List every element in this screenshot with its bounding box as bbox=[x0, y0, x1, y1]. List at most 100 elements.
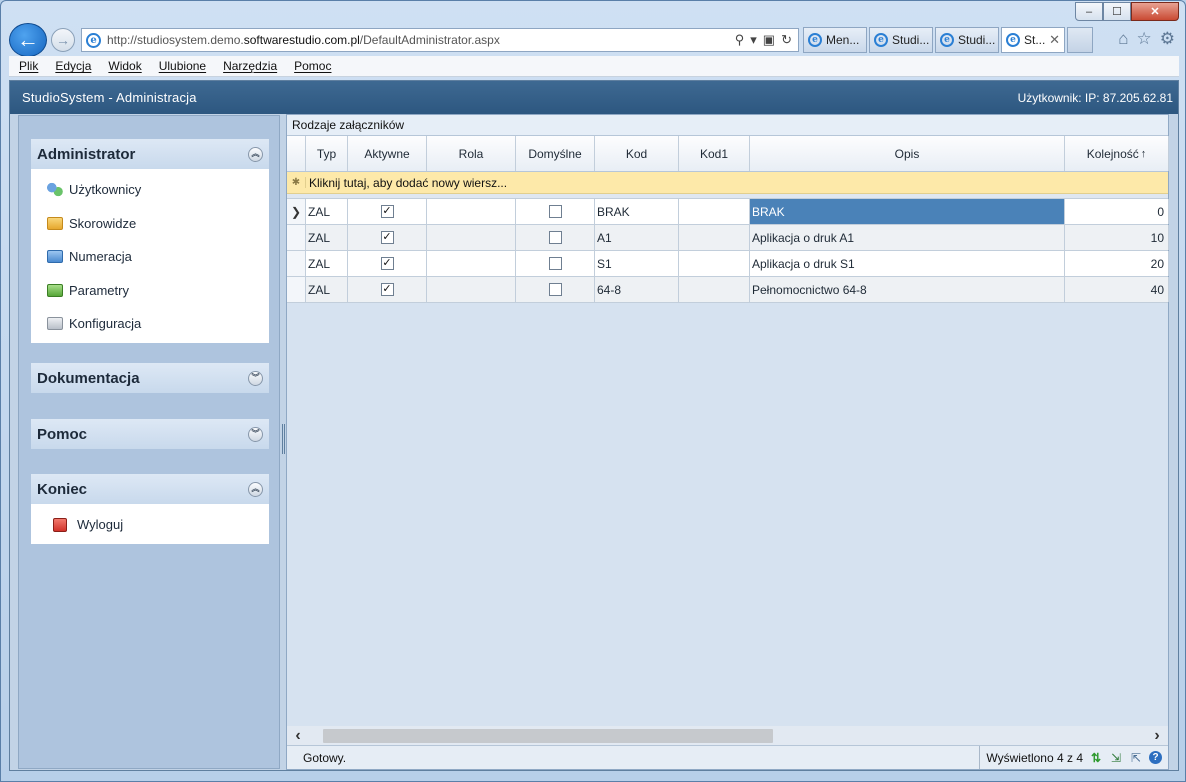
cell-opis[interactable]: Aplikacja o druk A1 bbox=[750, 225, 1065, 250]
domyslne-checkbox[interactable] bbox=[548, 231, 562, 244]
sidebar-item-numeracja[interactable]: Numeracja bbox=[31, 240, 269, 274]
cell-kod[interactable]: 64-8 bbox=[595, 277, 679, 302]
home-icon[interactable]: ⌂ bbox=[1118, 29, 1128, 49]
menu-widok[interactable]: Widok bbox=[108, 59, 141, 73]
column-header-kolejnosc[interactable]: Kolejność ↑ bbox=[1065, 136, 1169, 171]
column-header-kod1[interactable]: Kod1 bbox=[679, 136, 750, 171]
scroll-right-icon[interactable]: › bbox=[1146, 727, 1168, 745]
cell-opis-selected[interactable]: BRAK bbox=[750, 199, 1065, 224]
domyslne-checkbox[interactable] bbox=[548, 283, 562, 296]
minimize-button[interactable]: ‒ bbox=[1075, 2, 1103, 21]
cell-rola[interactable] bbox=[427, 225, 516, 250]
cell-kod1[interactable] bbox=[679, 251, 750, 276]
cell-typ[interactable]: ZAL bbox=[306, 277, 348, 302]
settings-gear-icon[interactable]: ⚙ bbox=[1160, 29, 1175, 49]
cell-kolejnosc[interactable]: 40 bbox=[1065, 277, 1169, 302]
panel-koniec: Koniec ︽ Wyloguj bbox=[31, 474, 269, 544]
scroll-track[interactable] bbox=[309, 728, 1146, 743]
cell-kod1[interactable] bbox=[679, 277, 750, 302]
domyslne-checkbox[interactable] bbox=[548, 257, 562, 270]
expand-icon[interactable]: ︾ bbox=[248, 370, 263, 386]
app-header: StudioSystem - Administracja Użytkownik:… bbox=[10, 81, 1178, 114]
cell-typ[interactable]: ZAL bbox=[306, 251, 348, 276]
domyslne-checkbox[interactable] bbox=[548, 205, 562, 218]
column-header-kod[interactable]: Kod bbox=[595, 136, 679, 171]
close-tab-icon[interactable]: ✕ bbox=[1049, 32, 1060, 48]
sidebar-item-wyloguj[interactable]: Wyloguj bbox=[31, 508, 269, 542]
cell-opis[interactable]: Aplikacja o druk S1 bbox=[750, 251, 1065, 276]
collapse-icon[interactable]: ︽ bbox=[248, 481, 263, 497]
cell-kod1[interactable] bbox=[679, 225, 750, 250]
expand-icon[interactable]: ︾ bbox=[248, 426, 263, 442]
cell-rola[interactable] bbox=[427, 277, 516, 302]
column-header-rola[interactable]: Rola bbox=[427, 136, 516, 171]
favorites-star-icon[interactable]: ☆ bbox=[1137, 29, 1152, 49]
maximize-button[interactable]: ☐ bbox=[1103, 2, 1131, 21]
back-button[interactable]: ← bbox=[9, 23, 47, 57]
column-header-domyslne[interactable]: Domyślne bbox=[516, 136, 595, 171]
table-row[interactable]: ❯ ZAL ✓ BRAK BRAK 0 bbox=[287, 199, 1169, 225]
cell-rola[interactable] bbox=[427, 251, 516, 276]
refresh-icon[interactable]: ↻ bbox=[781, 32, 792, 48]
column-header-aktywne[interactable]: Aktywne bbox=[348, 136, 427, 171]
import-icon[interactable]: ⇱ bbox=[1129, 751, 1143, 765]
refresh-data-icon[interactable]: ⇅ bbox=[1089, 751, 1103, 765]
aktywne-checkbox[interactable]: ✓ bbox=[380, 231, 394, 244]
add-new-row[interactable]: ✱ Kliknij tutaj, aby dodać nowy wiersz..… bbox=[287, 172, 1168, 194]
cell-typ[interactable]: ZAL bbox=[306, 199, 348, 224]
column-header-typ[interactable]: Typ bbox=[306, 136, 348, 171]
aktywne-checkbox[interactable]: ✓ bbox=[380, 205, 394, 218]
panel-header-administrator[interactable]: Administrator ︽ bbox=[31, 139, 269, 169]
panel-header-koniec[interactable]: Koniec ︽ bbox=[31, 474, 269, 504]
cell-kod[interactable]: S1 bbox=[595, 251, 679, 276]
cell-typ[interactable]: ZAL bbox=[306, 225, 348, 250]
panel-header-pomoc[interactable]: Pomoc ︾ bbox=[31, 419, 269, 449]
new-tab-button[interactable] bbox=[1067, 27, 1093, 53]
column-header-opis[interactable]: Opis bbox=[750, 136, 1065, 171]
sidebar-item-parametry[interactable]: Parametry bbox=[31, 274, 269, 308]
cell-kolejnosc[interactable]: 0 bbox=[1065, 199, 1169, 224]
aktywne-checkbox[interactable]: ✓ bbox=[380, 283, 394, 296]
menu-narzedzia[interactable]: Narzędzia bbox=[223, 59, 277, 73]
menu-ulubione[interactable]: Ulubione bbox=[159, 59, 206, 73]
address-url[interactable]: http://studiosystem.demo.softwarestudio.… bbox=[107, 33, 735, 47]
menu-pomoc[interactable]: Pomoc bbox=[294, 59, 331, 73]
forward-button[interactable]: → bbox=[51, 28, 75, 52]
cell-aktywne: ✓ bbox=[348, 277, 427, 302]
browser-tab-2[interactable]: e Studi... bbox=[869, 27, 933, 53]
table-row[interactable]: ZAL ✓ A1 Aplikacja o druk A1 10 bbox=[287, 225, 1169, 251]
table-row[interactable]: ZAL ✓ S1 Aplikacja o druk S1 20 bbox=[287, 251, 1169, 277]
browser-tab-1[interactable]: e Men... bbox=[803, 27, 867, 53]
panel-header-dokumentacja[interactable]: Dokumentacja ︾ bbox=[31, 363, 269, 393]
help-icon[interactable]: ? bbox=[1149, 751, 1162, 764]
collapse-icon[interactable]: ︽ bbox=[248, 146, 263, 162]
close-window-button[interactable]: ✕ bbox=[1131, 2, 1179, 21]
grid-header: Typ Aktywne Rola Domyślne Kod Kod1 Opis … bbox=[287, 136, 1169, 172]
sidebar-item-uzytkownicy[interactable]: Użytkownicy bbox=[31, 173, 269, 207]
horizontal-scrollbar[interactable]: ‹ › bbox=[287, 726, 1168, 745]
cell-kod[interactable]: A1 bbox=[595, 225, 679, 250]
address-bar[interactable]: e http://studiosystem.demo.softwarestudi… bbox=[81, 28, 799, 52]
compatibility-icon[interactable]: ▣ bbox=[763, 32, 775, 48]
sidebar-item-konfiguracja[interactable]: Konfiguracja bbox=[31, 307, 269, 341]
aktywne-checkbox[interactable]: ✓ bbox=[380, 257, 394, 270]
scroll-thumb[interactable] bbox=[323, 729, 773, 743]
sidebar-item-skorowidze[interactable]: Skorowidze bbox=[31, 207, 269, 241]
export-icon[interactable]: ⇲ bbox=[1109, 751, 1123, 765]
cell-kolejnosc[interactable]: 20 bbox=[1065, 251, 1169, 276]
cell-rola[interactable] bbox=[427, 199, 516, 224]
browser-window: ‒ ☐ ✕ ← → e http://studiosystem.demo.sof… bbox=[0, 0, 1186, 782]
search-icon[interactable]: ⚲ bbox=[735, 32, 745, 48]
cell-kod[interactable]: BRAK bbox=[595, 199, 679, 224]
browser-tab-3[interactable]: e Studi... bbox=[935, 27, 999, 53]
cell-kolejnosc[interactable]: 10 bbox=[1065, 225, 1169, 250]
cell-opis[interactable]: Pełnomocnictwo 64-8 bbox=[750, 277, 1065, 302]
cell-kod1[interactable] bbox=[679, 199, 750, 224]
scroll-left-icon[interactable]: ‹ bbox=[287, 727, 309, 745]
menu-edycja[interactable]: Edycja bbox=[55, 59, 91, 73]
dropdown-icon[interactable]: ▾ bbox=[750, 32, 757, 48]
panel-splitter[interactable] bbox=[282, 424, 285, 454]
table-row[interactable]: ZAL ✓ 64-8 Pełnomocnictwo 64-8 40 bbox=[287, 277, 1169, 303]
browser-tab-active[interactable]: e St... ✕ bbox=[1001, 27, 1065, 53]
menu-plik[interactable]: Plik bbox=[19, 59, 38, 73]
